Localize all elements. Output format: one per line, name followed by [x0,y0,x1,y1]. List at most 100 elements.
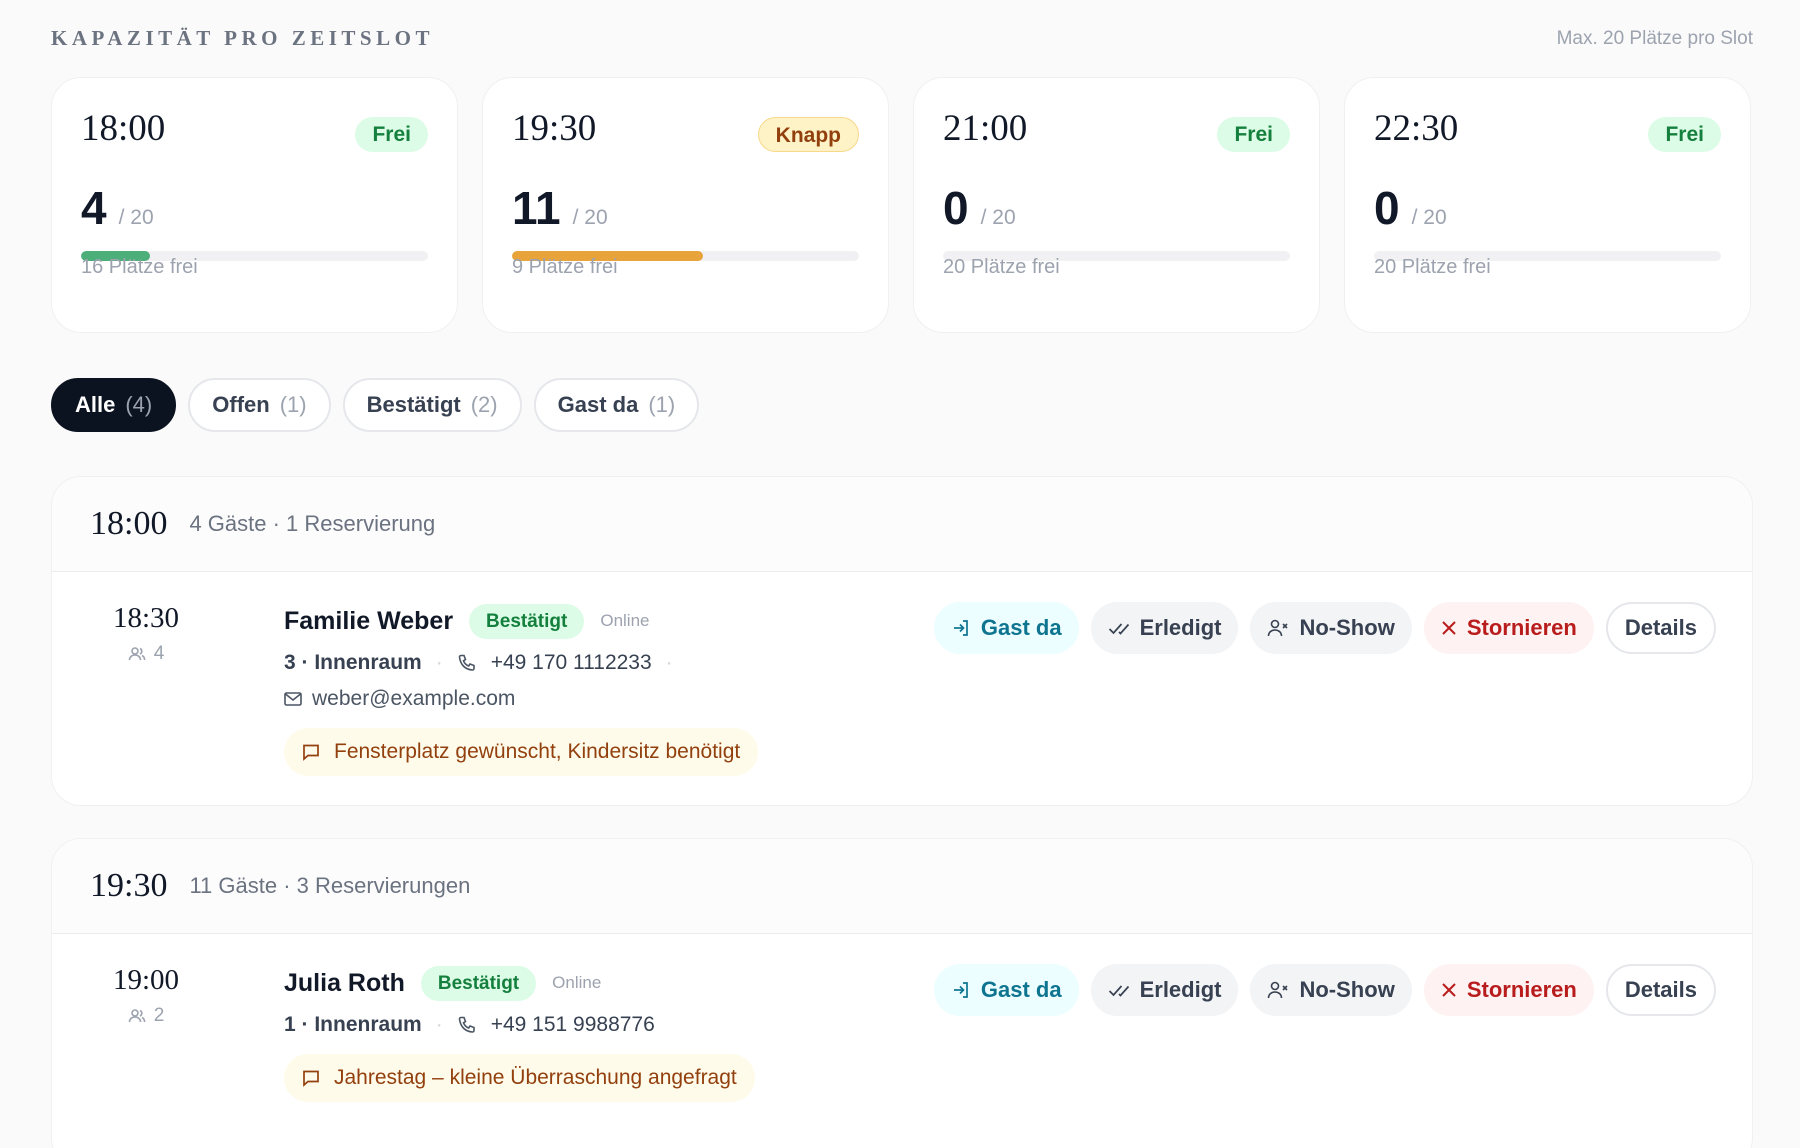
filter-count: (2) [470,392,498,417]
reservation-group: 18:00 4 Gäste · 1 Reservierung 18:30 4 F… [51,476,1753,806]
guest-count: 4 [153,643,165,664]
filter-count: (1) [279,392,307,417]
slot-status-badge: Frei [1217,117,1290,152]
double-check-icon [1108,620,1130,636]
slot-booked: 4 [81,182,107,234]
separator: · [665,651,673,674]
group-meta: 4 Gäste · 1 Reservierung [189,511,436,536]
message-icon [302,1069,320,1087]
slot-booked: 0 [1374,182,1400,234]
guest-name: Julia Roth [284,968,405,997]
users-icon [128,646,146,662]
reservation-guests: 4 [90,643,202,665]
login-icon [951,618,971,638]
done-button[interactable]: Erledigt [1090,602,1239,654]
filter-count: (1) [648,392,676,417]
group-time: 19:30 [90,867,168,904]
details-label: Details [1624,615,1697,640]
reservation-row: 19:00 2 Julia Roth Bestätigt Online 1 · … [52,934,1752,1102]
slot-booked: 11 [512,182,561,234]
slot-free-label: 16 Plätze frei [81,256,198,278]
login-icon [951,980,971,1000]
filter-label: Gast da [557,392,639,417]
phone-icon [457,653,477,673]
checkin-button[interactable]: Gast da [933,964,1079,1016]
slot-max: / 20 [1411,206,1447,229]
user-x-icon [1267,618,1289,638]
details-button[interactable]: Details [1605,964,1716,1016]
cancel-label: Stornieren [1466,977,1577,1002]
filter-confirmed[interactable]: Bestätigt (2) [342,378,522,432]
cancel-button[interactable]: Stornieren [1423,964,1594,1016]
reservation-row: 18:30 4 Familie Weber Bestätigt Online 3… [52,572,1752,776]
message-icon [302,743,320,761]
details-label: Details [1624,977,1697,1002]
reservation-time: 19:00 [112,964,180,996]
phone-number[interactable]: +49 170 1112233 [491,651,652,675]
group-header: 19:30 11 Gäste · 3 Reservierungen [52,839,1752,934]
details-button[interactable]: Details [1605,602,1716,654]
done-label: Erledigt [1139,977,1222,1002]
slot-status-badge: Frei [355,117,428,152]
phone-icon [457,1015,477,1035]
filter-open[interactable]: Offen (1) [188,378,331,432]
capacity-title: KAPAZITÄT PRO ZEITSLOT [51,26,434,50]
slot-status-badge: Knapp [757,117,859,152]
table-info: 1 · Innenraum [284,1013,422,1036]
done-button[interactable]: Erledigt [1090,964,1239,1016]
cancel-button[interactable]: Stornieren [1423,602,1594,654]
email-address[interactable]: weber@example.com [312,687,515,711]
slot-free-label: 20 Plätze frei [1374,256,1491,278]
slot-count: 0 / 20 [1374,181,1447,235]
separator: · [435,1013,443,1036]
noshow-button[interactable]: No-Show [1250,602,1412,654]
phone-number[interactable]: +49 151 9988776 [491,1013,655,1037]
done-label: Erledigt [1139,615,1222,640]
reservation-status-badge: Bestätigt [469,603,585,639]
slot-cards: 18:00 Frei 4 / 20 16 Plätze frei 19:30 K… [51,77,1751,333]
reservation-status-badge: Bestätigt [420,965,537,1001]
noshow-button[interactable]: No-Show [1250,964,1412,1016]
reservation-actions: Gast da Erledigt No-Show Stornieren Deta… [933,602,1716,654]
slot-max: / 20 [572,206,608,229]
group-time: 18:00 [90,505,168,542]
close-icon [1441,620,1457,636]
group-meta: 11 Gäste · 3 Reservierungen [189,873,471,898]
slot-count: 0 / 20 [943,181,1016,235]
filter-pills: Alle (4) Offen (1) Bestätigt (2) Gast da… [51,378,700,432]
separator: · [435,651,443,674]
double-check-icon [1108,982,1130,998]
reservation-source: Online [600,611,650,630]
slot-status-badge: Frei [1648,117,1721,152]
guest-count: 2 [153,1005,165,1026]
noshow-label: No-Show [1299,615,1395,640]
slot-max: / 20 [980,206,1016,229]
slot-card: 18:00 Frei 4 / 20 16 Plätze frei [51,77,458,333]
filter-all[interactable]: Alle (4) [51,378,177,432]
reservation-time: 18:30 [112,602,180,634]
filter-label: Offen [212,392,270,417]
note-text: Jahrestag – kleine Überraschung angefrag… [334,1066,737,1089]
reservation-time-block: 19:00 2 [90,964,202,1027]
slot-card: 21:00 Frei 0 / 20 20 Plätze frei [913,77,1320,333]
slot-free-label: 20 Plätze frei [943,256,1060,278]
guest-name: Familie Weber [284,606,454,635]
reservation-email: weber@example.com [284,684,1714,714]
reservation-actions: Gast da Erledigt No-Show Stornieren Deta… [933,964,1716,1016]
table-info: 3 · Innenraum [284,651,422,674]
checkin-label: Gast da [980,977,1062,1002]
capacity-header: KAPAZITÄT PRO ZEITSLOT Max. 20 Plätze pr… [51,26,1753,51]
note-text: Fensterplatz gewünscht, Kindersitz benöt… [334,740,741,763]
users-icon [128,1008,146,1024]
filter-count: (4) [125,392,153,417]
checkin-button[interactable]: Gast da [933,602,1079,654]
cancel-label: Stornieren [1466,615,1577,640]
close-icon [1441,982,1457,998]
slot-booked: 0 [943,182,969,234]
reservation-guests: 2 [90,1005,202,1027]
filter-guest-arrived[interactable]: Gast da (1) [533,378,700,432]
capacity-max-label: Max. 20 Plätze pro Slot [1556,27,1753,49]
slot-count: 11 / 20 [512,181,608,235]
slot-max: / 20 [118,206,154,229]
slot-free-label: 9 Plätze frei [512,256,618,278]
